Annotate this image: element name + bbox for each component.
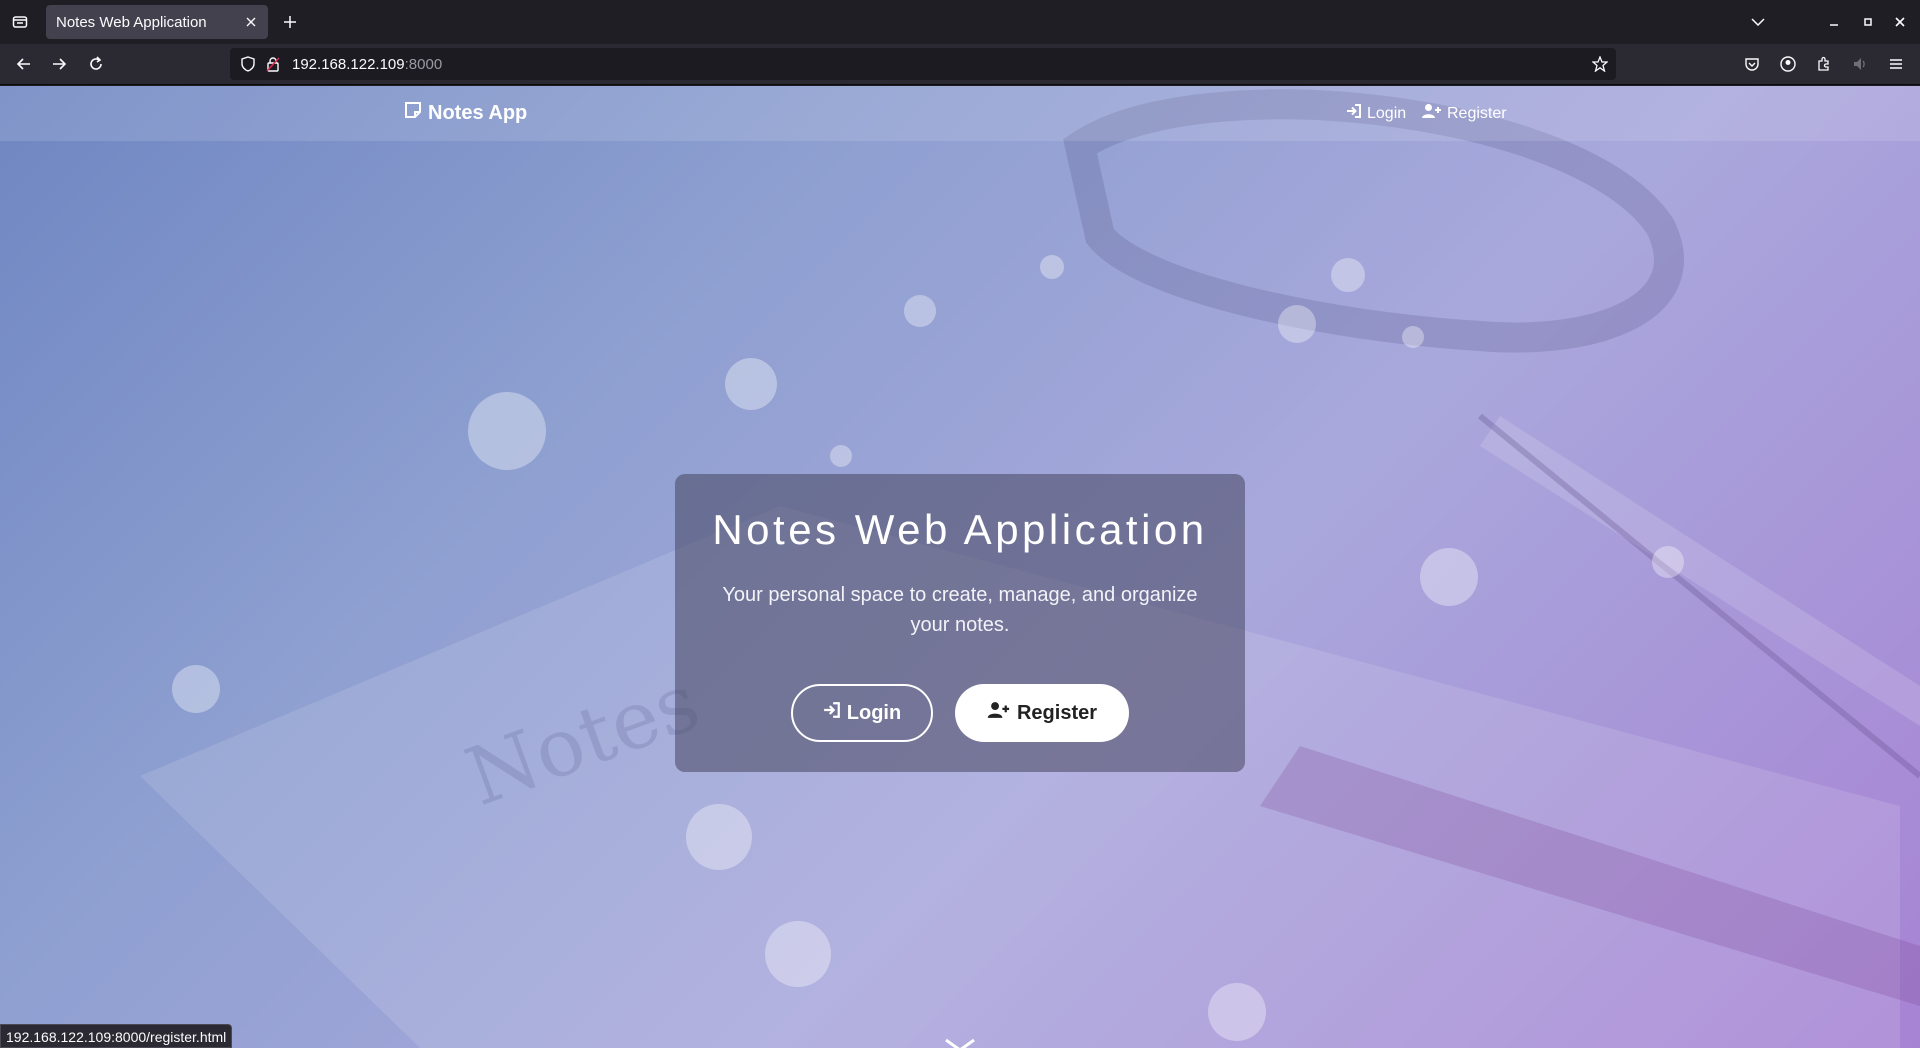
decor-bubble bbox=[904, 295, 936, 327]
user-plus-icon bbox=[1422, 103, 1442, 124]
decor-bubble bbox=[725, 358, 777, 410]
login-icon bbox=[1346, 103, 1362, 124]
register-button[interactable]: Register bbox=[955, 684, 1129, 742]
plus-icon[interactable] bbox=[278, 10, 302, 34]
account-icon[interactable] bbox=[1776, 52, 1800, 76]
note-icon bbox=[404, 101, 422, 125]
login-icon bbox=[823, 701, 841, 725]
forward-icon[interactable] bbox=[47, 52, 71, 76]
url-text: 192.168.122.109:8000 bbox=[292, 56, 442, 73]
browser-tab-bar: Notes Web Application bbox=[0, 0, 1920, 44]
hero-subtitle: Your personal space to create, manage, a… bbox=[722, 584, 1198, 636]
login-button-label: Login bbox=[846, 701, 902, 724]
url-port: :8000 bbox=[404, 56, 443, 73]
menu-icon[interactable] bbox=[1884, 52, 1908, 76]
nav-register-label: Register bbox=[1447, 104, 1507, 122]
decor-bubble bbox=[686, 804, 752, 870]
lock-icon[interactable] bbox=[266, 56, 280, 77]
decor-bubble bbox=[172, 665, 220, 713]
decor-bubble bbox=[1420, 548, 1478, 606]
decor-bubble bbox=[765, 921, 831, 987]
nav-login-link[interactable]: Login bbox=[1346, 103, 1406, 124]
reload-icon[interactable] bbox=[84, 52, 108, 76]
close-window-icon[interactable] bbox=[1888, 10, 1912, 34]
url-host: 192.168.122.109 bbox=[292, 56, 405, 73]
decor-bubble bbox=[468, 392, 546, 470]
user-plus-icon bbox=[987, 701, 1011, 725]
browser-tab[interactable]: Notes Web Application bbox=[46, 5, 268, 39]
decor-bubble bbox=[830, 445, 852, 467]
decor-bubble bbox=[1040, 255, 1064, 279]
site-header: Notes App Login Register bbox=[0, 86, 1920, 141]
brand-label: Notes App bbox=[428, 101, 528, 124]
scroll-down-chevron-icon[interactable] bbox=[945, 1038, 975, 1048]
decor-bubble bbox=[1402, 326, 1424, 348]
browser-nav-bar: 192.168.122.109:8000 bbox=[0, 44, 1920, 85]
page-viewport: Notes Notes App Login Register Notes Web… bbox=[0, 86, 1920, 1048]
decor-bubble bbox=[1278, 305, 1316, 343]
nav-login-label: Login bbox=[1367, 104, 1407, 122]
url-bar[interactable]: 192.168.122.109:8000 bbox=[230, 48, 1616, 80]
chevron-down-icon[interactable] bbox=[1746, 10, 1770, 34]
decor-bubble bbox=[1208, 983, 1266, 1041]
close-icon[interactable] bbox=[242, 13, 260, 31]
hero-card: Notes Web Application Your personal spac… bbox=[675, 474, 1245, 772]
maximize-icon[interactable] bbox=[1856, 10, 1880, 34]
shield-icon[interactable] bbox=[240, 56, 256, 77]
speaker-icon[interactable] bbox=[1848, 52, 1872, 76]
minimize-icon[interactable] bbox=[1822, 10, 1846, 34]
register-button-label: Register bbox=[1016, 701, 1098, 724]
extensions-icon[interactable] bbox=[1812, 52, 1836, 76]
pocket-icon[interactable] bbox=[1740, 52, 1764, 76]
decor-bubble bbox=[1652, 546, 1684, 578]
nav-register-link[interactable]: Register bbox=[1422, 103, 1507, 124]
tab-list-icon[interactable] bbox=[8, 10, 32, 34]
star-icon[interactable] bbox=[1591, 55, 1609, 77]
hero-title: Notes Web Application bbox=[712, 506, 1208, 553]
tab-title: Notes Web Application bbox=[56, 13, 207, 31]
login-button[interactable]: Login bbox=[791, 684, 933, 742]
decor-bubble bbox=[1331, 258, 1365, 292]
link-status-tooltip: 192.168.122.109:8000/register.html bbox=[0, 1024, 233, 1048]
brand-link[interactable]: Notes App bbox=[404, 101, 527, 125]
back-icon[interactable] bbox=[12, 52, 36, 76]
